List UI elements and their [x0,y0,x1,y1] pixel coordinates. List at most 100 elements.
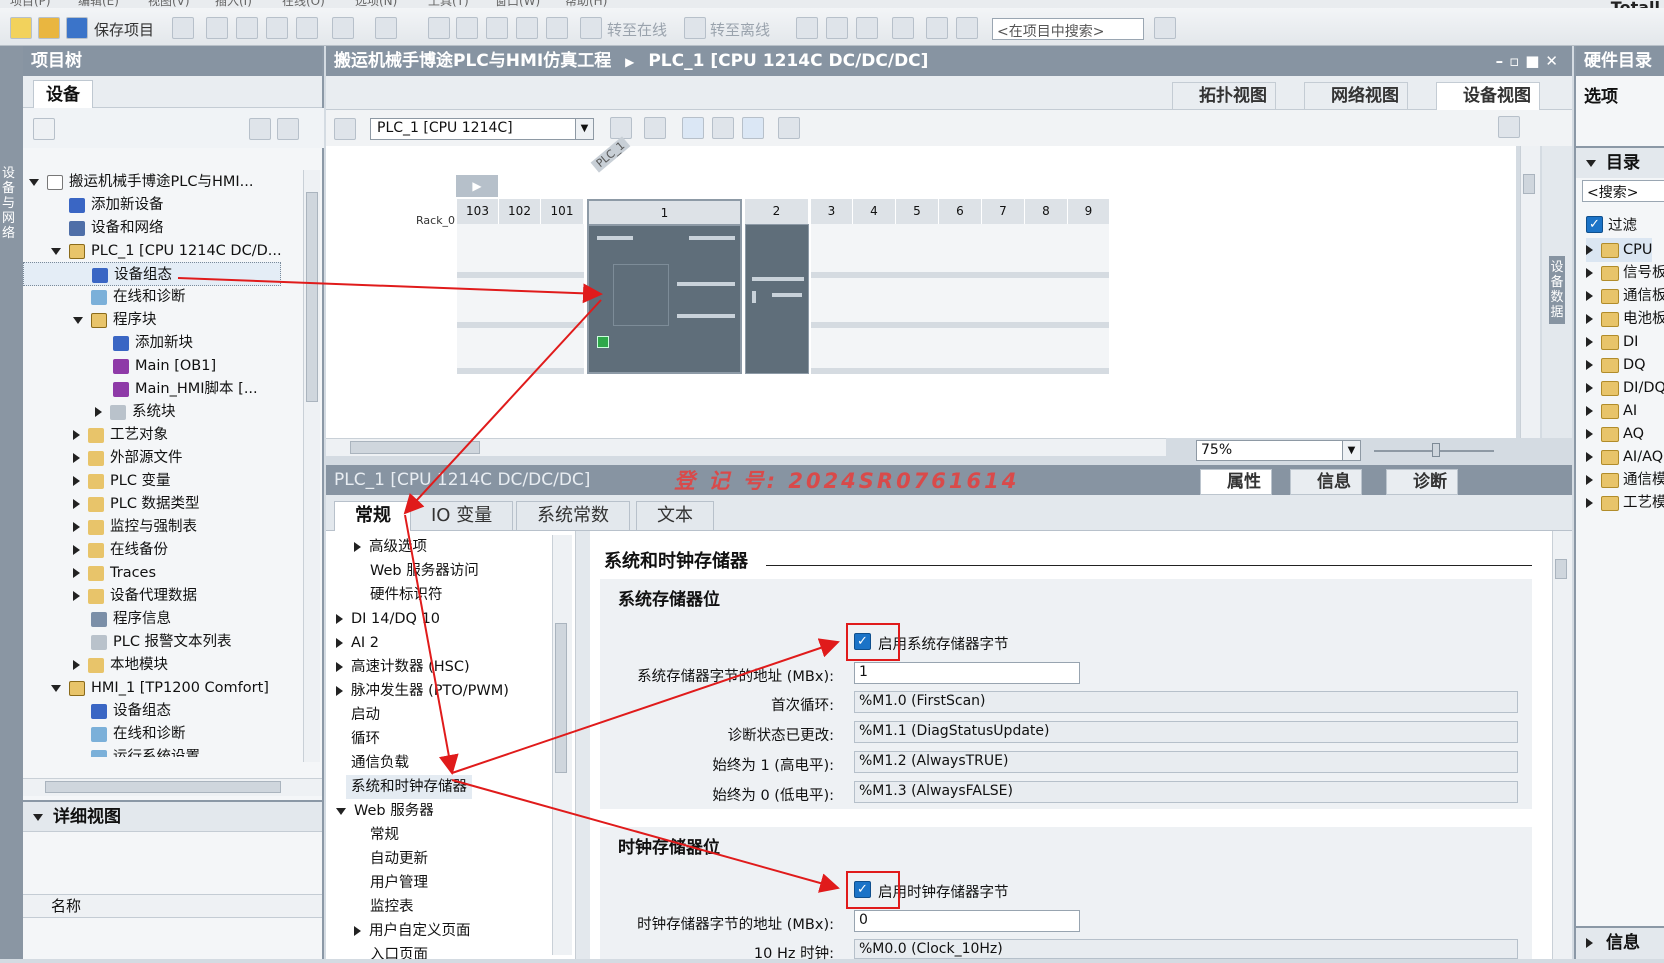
catalog-aq[interactable]: AQ [1586,422,1644,446]
upload-icon[interactable] [486,17,508,39]
project-tree-vscroll[interactable] [303,170,320,762]
zoom-icon[interactable] [778,117,800,139]
detail-column-header[interactable]: 名称 [23,894,322,918]
page-break-icon[interactable] [682,117,704,139]
rack-slot[interactable] [457,224,585,374]
catalog-comm-boards[interactable]: 通信板 [1586,284,1664,308]
grid-icon[interactable] [712,117,734,139]
canvas-vscroll[interactable] [1520,146,1540,438]
window-controls-icon[interactable]: –▫■✕ [1496,46,1564,76]
delete-icon[interactable] [296,17,318,39]
tree-device-config[interactable]: 设备组态 [23,262,281,286]
tab-properties[interactable]: 属性 [1200,469,1272,495]
tab-io-tags[interactable]: IO 变量 [410,501,514,531]
device-data-side-tab[interactable]: 设备数据 [1542,146,1572,438]
property-vscroll[interactable] [1552,531,1572,959]
tab-device-view[interactable]: 设备视图 [1436,82,1540,110]
zoom-select[interactable]: 75% ▼ [1196,440,1361,461]
cross-reference-icon[interactable] [826,17,848,39]
clock-memory-address-field[interactable]: 0 [854,910,1080,932]
open-project-icon[interactable] [38,17,60,39]
tree-plc1[interactable]: PLC_1 [CPU 1214C DC/D... [51,239,282,263]
simulation-icon[interactable] [516,17,538,39]
tree-online-diagnostics[interactable]: 在线和诊断 [91,285,186,309]
menu-help[interactable]: 帮助(H) [565,0,607,8]
go-online-button[interactable]: 转至在线 [607,19,667,40]
tree-plc-tags[interactable]: PLC 变量 [73,469,171,493]
tree-main-hmi-script[interactable]: Main_HMI脚本 [... [113,377,258,401]
nav-di-dq[interactable]: DI 14/DQ 10 [336,607,440,631]
nav-entry-page[interactable]: 入口页面 [370,943,428,959]
project-tree-hscroll[interactable] [23,778,322,796]
copy-icon[interactable] [236,17,258,39]
paste-icon[interactable] [266,17,288,39]
nav-startup[interactable]: 启动 [351,703,380,727]
catalog-search-input[interactable]: <搜索> [1582,180,1664,202]
expand-rack-icon[interactable]: ▶ [456,175,498,197]
tree-program-info[interactable]: 程序信息 [91,607,171,631]
catalog-signal-boards[interactable]: 信号板 [1586,261,1664,285]
download-icon[interactable] [456,17,478,39]
tree-alarm-text-list[interactable]: PLC 报警文本列表 [91,630,232,654]
save-project-button[interactable]: 保存项目 [94,19,154,40]
catalog-ai[interactable]: AI [1586,399,1637,423]
tab-system-constants[interactable]: 系统常数 [516,501,630,531]
nav-ai[interactable]: AI 2 [336,631,379,655]
tab-texts[interactable]: 文本 [636,501,714,531]
menu-options[interactable]: 选项(N) [355,0,397,8]
menu-view[interactable]: 视图(V) [148,0,190,8]
nav-system-clock-memory[interactable]: 系统和时钟存储器 [346,775,472,799]
accessible-devices-icon[interactable] [796,17,818,39]
tab-network-view[interactable]: 网络视图 [1304,82,1408,110]
tree-program-blocks[interactable]: 程序块 [73,308,157,332]
nav-web-server-access[interactable]: Web 服务器访问 [370,559,479,583]
tree-main-ob1[interactable]: Main [OB1] [113,354,216,378]
breadcrumb-project[interactable]: 搬运机械手博途PLC与HMI仿真工程 [334,51,611,71]
tab-general[interactable]: 常规 [334,501,412,531]
split-horizontal-icon[interactable] [926,17,948,39]
nav-vscroll[interactable] [552,535,572,955]
side-tab-devices-networks[interactable]: 设备与网络 [2,166,20,241]
go-offline-icon[interactable] [684,17,706,39]
overview-icon[interactable] [249,118,271,140]
system-memory-address-field[interactable]: 1 [854,662,1080,684]
cut-icon[interactable] [206,17,228,39]
tab-diagnostics[interactable]: 诊断 [1386,469,1458,495]
tree-project-root[interactable]: 搬运机械手博途PLC与HMI... [29,170,253,194]
tree-external-sources[interactable]: 外部源文件 [73,446,183,470]
new-project-icon[interactable] [10,17,32,39]
catalog-ai-aq[interactable]: AI/AQ [1586,445,1663,469]
menu-window[interactable]: 窗口(W) [495,0,540,8]
nav-advanced-options[interactable]: 高级选项 [354,535,427,559]
tree-traces[interactable]: Traces [73,561,156,585]
catalog-comm-modules[interactable]: 通信模块 [1586,468,1664,492]
tree-add-device[interactable]: 添加新设备 [69,193,164,217]
project-search-input[interactable]: <在项目中搜索> [992,18,1144,40]
nav-web-general[interactable]: 常规 [370,823,399,847]
menu-insert[interactable]: 插入(I) [215,0,252,8]
tree-hmi1[interactable]: HMI_1 [TP1200 Comfort] [51,676,269,700]
close-editor-icon[interactable] [892,17,914,39]
device-select[interactable]: PLC_1 [CPU 1214C] ▼ [370,118,594,140]
split-vertical-icon[interactable] [956,17,978,39]
save-icon[interactable] [66,17,88,39]
tree-device-proxy[interactable]: 设备代理数据 [73,584,197,608]
catalog-battery-boards[interactable]: 电池板 [1586,307,1664,331]
cpu-module[interactable] [587,224,742,374]
nav-watch-tables[interactable]: 监控表 [370,895,414,919]
tab-topology-view[interactable]: 拓扑视图 [1172,82,1276,110]
tab-info[interactable]: 信息 [1290,469,1362,495]
chevron-down-icon[interactable]: ▼ [575,119,593,139]
go-offline-button[interactable]: 转至离线 [710,19,770,40]
catalog-cpu[interactable]: CPU [1586,238,1653,262]
compare-icon[interactable] [856,17,878,39]
catalog-options[interactable]: 选项 [1584,82,1618,107]
menu-online[interactable]: 在线(O) [282,0,325,8]
tree-local-modules[interactable]: 本地模块 [73,653,168,677]
tree-plc-datatypes[interactable]: PLC 数据类型 [73,492,200,516]
catalog-tech-modules[interactable]: 工艺模块 [1586,491,1664,515]
refresh-icon[interactable] [277,118,299,140]
canvas-hscroll[interactable] [326,438,1166,456]
nav-hw-identifier[interactable]: 硬件标识符 [370,583,443,607]
chevron-down-icon[interactable]: ▼ [1342,441,1360,460]
